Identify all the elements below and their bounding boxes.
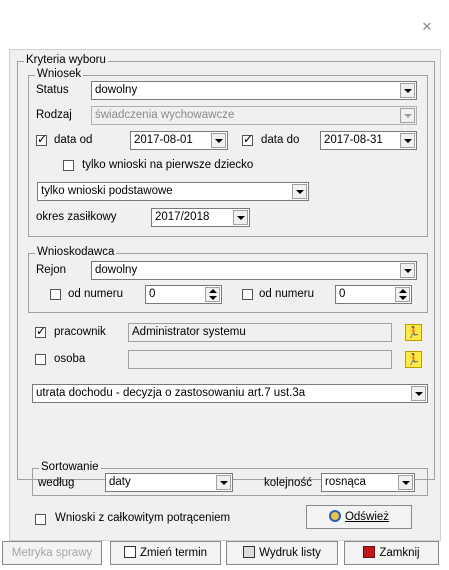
okres-select[interactable]: 2017/2018 — [151, 208, 250, 227]
pracownik-value: Administrator systemu — [132, 326, 246, 338]
printer-icon — [243, 546, 256, 558]
close-button[interactable]: ✕ — [417, 18, 437, 38]
od-numeru-2-value: 0 — [339, 288, 346, 300]
chevron-down-icon[interactable] — [233, 210, 248, 225]
metryka-sprawy-button[interactable]: Metryka sprawy — [2, 541, 102, 565]
data-do-value: 2017-08-31 — [324, 134, 383, 146]
osoba-checkbox[interactable] — [35, 354, 46, 365]
chevron-down-icon[interactable] — [398, 475, 413, 490]
wedlug-label: według — [38, 477, 75, 489]
status-label: Status — [36, 84, 69, 96]
osoba-field[interactable] — [128, 350, 392, 369]
pracownik-select-button[interactable]: 🏃 — [405, 324, 422, 341]
status-select[interactable]: dowolny — [91, 81, 417, 100]
pracownik-checkbox[interactable] — [35, 324, 46, 338]
chevron-down-icon[interactable] — [211, 133, 226, 148]
chevron-down-icon[interactable] — [400, 263, 415, 278]
zamknij-button[interactable]: Zamknij — [344, 541, 439, 565]
kolejnosc-label: kolejność — [264, 477, 312, 489]
od-numeru-2-label: od numeru — [259, 288, 314, 300]
rodzaj-value: świadczenia wychowawcze — [95, 109, 235, 121]
zmien-termin-label: Zmień termin — [139, 547, 208, 559]
chevron-down-icon[interactable] — [292, 184, 307, 199]
chevron-down-icon[interactable] — [216, 475, 231, 490]
potracenie-label: Wnioski z całkowitym potrąceniem — [55, 512, 231, 524]
exit-door-icon — [363, 546, 376, 558]
data-od-picker[interactable]: 2017-08-01 — [130, 131, 228, 150]
od-numeru-2-spinner[interactable]: 0 — [335, 285, 412, 304]
running-man-icon: 🏃 — [406, 326, 421, 339]
refresh-icon — [328, 510, 341, 522]
okres-value: 2017/2018 — [155, 211, 210, 223]
kolejnosc-value: rosnąca — [325, 476, 366, 488]
chevron-down-icon[interactable] — [411, 386, 426, 401]
close-icon: ✕ — [421, 20, 433, 35]
od-numeru-2-checkbox[interactable] — [242, 289, 253, 300]
od-numeru-1-label: od numeru — [68, 288, 123, 300]
pracownik-field[interactable]: Administrator systemu — [128, 323, 392, 342]
kolejnosc-select[interactable]: rosnąca — [321, 473, 415, 492]
wedlug-select[interactable]: daty — [105, 473, 233, 492]
wydruk-listy-label: Wydruk listy — [259, 547, 321, 559]
data-do-picker[interactable]: 2017-08-31 — [320, 131, 417, 150]
od-numeru-1-checkbox[interactable] — [50, 289, 61, 300]
wnioskodawca-legend: Wnioskodawca — [35, 246, 117, 259]
odswiez-label: Odśwież — [344, 511, 390, 523]
typ-wniosku-value: tylko wnioski podstawowe — [41, 185, 173, 197]
rodzaj-label: Rodzaj — [36, 109, 72, 121]
rejon-value: dowolny — [95, 264, 138, 276]
wniosek-legend: Wniosek — [35, 68, 84, 81]
metryka-sprawy-label: Metryka sprawy — [11, 547, 93, 559]
od-numeru-1-spinner[interactable]: 0 — [145, 285, 222, 304]
data-od-value: 2017-08-01 — [134, 134, 193, 146]
pierwsze-dziecko-label: tylko wnioski na pierwsze dziecko — [82, 159, 254, 171]
okres-label: okres zasiłkowy — [36, 211, 117, 223]
calendar-icon — [123, 546, 136, 558]
wydruk-listy-button[interactable]: Wydruk listy — [226, 541, 338, 565]
sortowanie-legend: Sortowanie — [39, 461, 101, 474]
odswiez-button[interactable]: Odśwież — [306, 505, 412, 529]
typ-wniosku-select[interactable]: tylko wnioski podstawowe — [37, 182, 309, 201]
zmien-termin-button[interactable]: Zmień termin — [110, 541, 221, 565]
status-value: dowolny — [95, 84, 138, 96]
data-od-label: data od — [54, 134, 93, 146]
utrata-dochodu-select[interactable]: utrata dochodu - decyzja o zastosowaniu … — [32, 384, 428, 403]
zamknij-label: Zamknij — [379, 547, 420, 559]
data-do-label: data do — [261, 134, 300, 146]
potracenie-checkbox[interactable] — [35, 514, 46, 525]
data-do-checkbox[interactable] — [242, 132, 253, 146]
chevron-down-icon[interactable] — [400, 83, 415, 98]
utrata-dochodu-value: utrata dochodu - decyzja o zastosowaniu … — [36, 387, 306, 399]
running-man-icon: 🏃 — [406, 353, 421, 366]
chevron-down-icon[interactable] — [400, 108, 415, 123]
kryteria-legend: Kryteria wyboru — [24, 54, 108, 67]
pierwsze-dziecko-checkbox[interactable] — [63, 160, 74, 171]
od-numeru-1-value: 0 — [149, 288, 156, 300]
chevron-down-icon[interactable] — [400, 133, 415, 148]
rejon-select[interactable]: dowolny — [91, 261, 417, 280]
wedlug-value: daty — [109, 476, 131, 488]
spinner-arrows-icon[interactable] — [205, 287, 220, 302]
data-od-checkbox[interactable] — [36, 132, 47, 146]
osoba-label: osoba — [54, 353, 86, 365]
spinner-arrows-icon[interactable] — [395, 287, 410, 302]
rodzaj-select[interactable]: świadczenia wychowawcze — [91, 106, 417, 125]
pracownik-label: pracownik — [54, 326, 106, 338]
rejon-label: Rejon — [36, 264, 67, 276]
osoba-select-button[interactable]: 🏃 — [405, 351, 422, 368]
